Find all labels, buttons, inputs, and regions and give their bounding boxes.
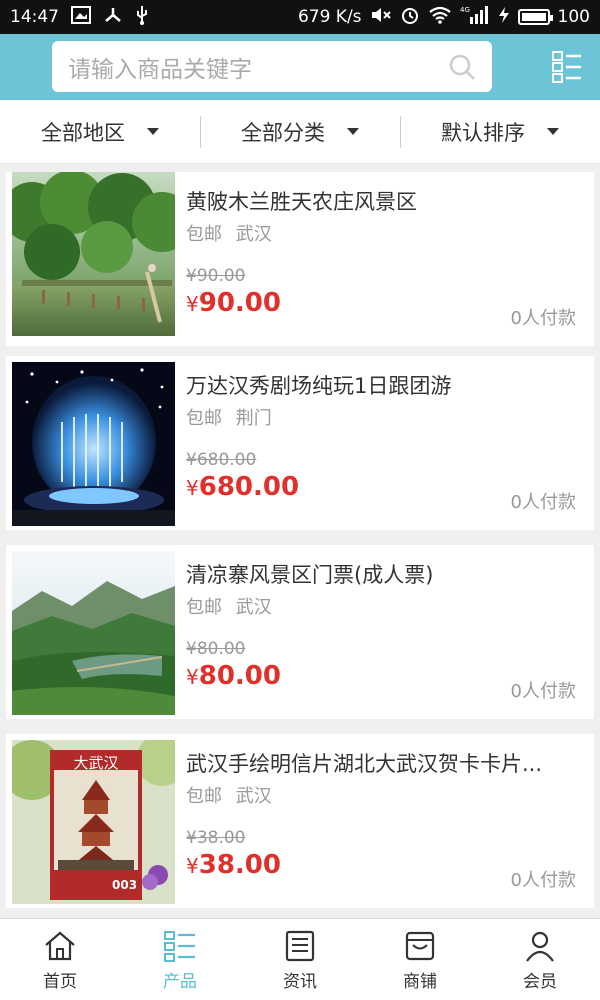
- product-image[interactable]: 大武汉 003: [12, 740, 175, 904]
- tab-news-label: 资讯: [283, 972, 317, 992]
- postcard-title: 大武汉: [73, 754, 119, 772]
- product-card[interactable]: 万达汉秀剧场纯玩1日跟团游 包邮 荆门 ¥680.00 ¥680.00 0人付款: [6, 356, 594, 530]
- product-image[interactable]: [12, 551, 175, 715]
- tab-member[interactable]: 会员: [480, 919, 600, 1000]
- search-input[interactable]: 请输入商品关键字: [52, 41, 492, 92]
- product-city: 武汉: [235, 224, 272, 245]
- paid-count: 0人付款: [510, 308, 576, 329]
- product-card[interactable]: 清凉寨风景区门票(成人票) 包邮 武汉 ¥80.00 ¥80.00 0人付款: [6, 545, 594, 719]
- paid-count: 0人付款: [510, 681, 576, 702]
- product-meta: 包邮 武汉: [186, 593, 272, 619]
- product-title[interactable]: 黄陂木兰胜天农庄风景区: [186, 186, 576, 216]
- mute-icon: [370, 6, 392, 28]
- current-price: ¥90.00: [186, 288, 281, 318]
- original-price: ¥80.00: [186, 639, 246, 659]
- usb-icon: [135, 5, 149, 29]
- product-card[interactable]: 大武汉 003 武汉手绘明信片湖北大武汉贺卡卡片... 包邮 武汉 ¥38.00…: [6, 734, 594, 908]
- caret-down-icon: [547, 128, 559, 135]
- bottom-tab-bar: 首页 产品 资讯 商铺 会员: [0, 918, 600, 1000]
- screenshot-notification-icon: [71, 6, 91, 28]
- search-placeholder: 请输入商品关键字: [68, 56, 252, 83]
- product-image[interactable]: [12, 362, 175, 526]
- signal-icon: 4G: [460, 5, 490, 29]
- product-title[interactable]: 武汉手绘明信片湖北大武汉贺卡卡片...: [186, 748, 576, 778]
- tab-products[interactable]: 产品: [120, 919, 240, 1000]
- filter-region-label: 全部地区: [41, 120, 125, 145]
- battery-level: 100: [557, 7, 590, 27]
- product-meta: 包邮 武汉: [186, 220, 272, 246]
- wifi-icon: [428, 6, 452, 28]
- member-icon: [526, 931, 554, 962]
- product-list-icon: [164, 931, 195, 962]
- shipping-label: 包邮: [186, 224, 222, 245]
- caret-down-icon: [147, 128, 159, 135]
- original-price: ¥38.00: [186, 828, 246, 848]
- original-price: ¥90.00: [186, 266, 246, 286]
- tab-home[interactable]: 首页: [0, 919, 120, 1000]
- product-card[interactable]: 黄陂木兰胜天农庄风景区 包邮 武汉 ¥90.00 ¥90.00 0人付款: [6, 172, 594, 346]
- shipping-label: 包邮: [186, 408, 222, 429]
- current-price: ¥80.00: [186, 661, 281, 691]
- tab-home-label: 首页: [43, 972, 77, 992]
- share-icon: [103, 6, 123, 28]
- shipping-label: 包邮: [186, 597, 222, 618]
- battery-icon: [517, 9, 553, 25]
- charging-icon: [498, 6, 510, 28]
- tab-member-label: 会员: [523, 972, 557, 992]
- original-price: ¥680.00: [186, 450, 257, 470]
- paid-count: 0人付款: [510, 492, 576, 513]
- product-city: 武汉: [235, 597, 272, 618]
- product-meta: 包邮 荆门: [186, 404, 272, 430]
- search-icon[interactable]: [448, 53, 476, 81]
- filter-region[interactable]: 全部地区: [0, 100, 200, 163]
- filter-sort[interactable]: 默认排序: [400, 100, 600, 163]
- svg-text:4G: 4G: [460, 6, 470, 14]
- category-menu-icon[interactable]: [552, 51, 582, 83]
- shipping-label: 包邮: [186, 786, 222, 807]
- news-icon: [285, 930, 315, 962]
- product-title[interactable]: 万达汉秀剧场纯玩1日跟团游: [186, 370, 576, 400]
- tab-shop-label: 商铺: [403, 972, 437, 992]
- product-meta: 包邮 武汉: [186, 782, 272, 808]
- search-header: 请输入商品关键字: [0, 34, 600, 100]
- filter-category[interactable]: 全部分类: [200, 100, 400, 163]
- caret-down-icon: [347, 128, 359, 135]
- product-city: 武汉: [235, 786, 272, 807]
- network-speed: 679 K/s: [297, 7, 362, 27]
- filter-sort-label: 默认排序: [441, 120, 525, 145]
- product-image[interactable]: [12, 172, 175, 336]
- current-price: ¥680.00: [186, 472, 300, 502]
- filter-bar: 全部地区 全部分类 默认排序: [0, 100, 600, 164]
- status-time: 14:47: [10, 7, 59, 27]
- current-price: ¥38.00: [186, 850, 281, 880]
- filter-category-label: 全部分类: [241, 120, 325, 145]
- tab-products-label: 产品: [163, 972, 197, 992]
- paid-count: 0人付款: [510, 870, 576, 891]
- product-title[interactable]: 清凉寨风景区门票(成人票): [186, 559, 576, 589]
- tab-news[interactable]: 资讯: [240, 919, 360, 1000]
- alarm-icon: [400, 5, 420, 29]
- tab-shop[interactable]: 商铺: [360, 919, 480, 1000]
- postcard-number: 003: [112, 878, 138, 892]
- status-bar: 14:47 679 K/s 4G 100: [0, 0, 600, 34]
- shop-icon: [405, 931, 435, 961]
- product-city: 荆门: [235, 408, 272, 429]
- home-icon: [45, 931, 75, 961]
